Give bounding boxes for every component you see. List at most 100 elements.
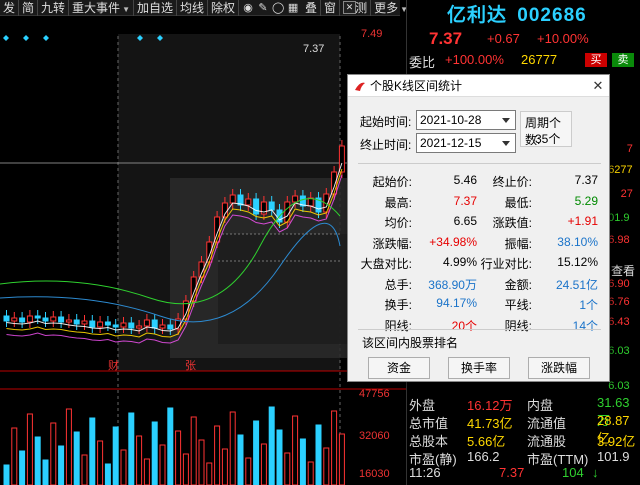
candle-body [26,315,33,323]
divider [358,163,601,164]
grid-icon[interactable]: ▦ [287,1,299,14]
close-icon[interactable]: ✕ [343,1,356,14]
candle-body [167,324,174,330]
stat-label: 换手: [384,298,412,312]
volume-bar [307,461,314,485]
volume-bar [338,433,345,485]
toolbar-item[interactable]: 九转 [38,0,70,16]
quote-label: 总股本 [409,434,449,449]
toolbar-item[interactable]: 均线 [177,0,209,16]
eye-icon[interactable]: ◉ [242,1,254,14]
dialog-button[interactable]: 涨跌幅 [528,357,590,379]
volume-bar [323,447,330,485]
volume-bar [253,420,260,485]
toolbar-item[interactable]: 简 [19,0,39,16]
stat-label: 涨跌幅: [372,236,412,251]
candle-body [128,322,135,329]
stock-title: 亿利达 002686 [447,0,587,27]
toolbar-item[interactable]: 重大事件 [69,0,134,16]
quote-row: 总市值 41.73亿 流通值 28.87亿 [407,413,640,446]
sell-button[interactable]: 卖 [612,53,634,67]
toolbar-item[interactable]: 窗 [321,0,341,16]
start-time-label: 起始时间: [360,115,412,129]
stat-value: +1.91 [567,214,598,228]
volume-bar [221,448,228,485]
candle-body [112,324,119,328]
candle-body [73,319,80,325]
toolbar-item[interactable]: 叠 [302,0,322,16]
tick-direction-icon: ↓ [592,465,599,480]
quote-label: 外盘 [409,398,436,413]
volume-bar [260,443,267,485]
tick-row: 11:26 7.37 104 ↓ [407,465,640,481]
volume-bar [136,435,143,485]
divider [358,329,601,330]
stat-label: 振幅: [504,236,532,251]
volume-bar [128,412,135,485]
stat-label: 大盘对比: [360,257,412,271]
kline-chart[interactable]: 7.49 7.37 财 张 47756 32060 16030 [0,16,420,485]
stat-label: 涨跌值: [492,216,532,230]
volume-bar [315,424,322,485]
volume-bar [112,426,119,485]
candle-body [120,322,127,328]
side-number: 6277 [608,164,633,176]
quote-label: 流通值 [527,416,567,431]
stat-label: 金额: [504,277,532,292]
candle-body [159,324,166,329]
stat-label: 平线: [504,298,532,312]
dialog-close-icon[interactable]: ✕ [590,78,606,94]
buy-button[interactable]: 买 [585,53,607,67]
stat-label: 起始价: [372,175,412,189]
volume-bar [97,440,104,485]
candle-body [97,321,104,328]
volume-bar [198,439,205,485]
candle-body [65,319,72,323]
candle-body [50,316,57,322]
circle-icon[interactable]: ◯ [272,1,284,14]
marker-cai: 财 [108,360,119,372]
stat-value: 4.99% [442,255,477,269]
end-time-select[interactable]: 2021-12-15 [416,133,516,153]
stat-label: 行业对比: [480,257,532,271]
side-number: 6.03 [608,380,630,392]
stock-name: 亿利达 [447,5,508,26]
toolbar-item[interactable]: 加自选 [134,0,177,16]
quote-row: 市盈(静) 166.2 市盈(TTM) 101.9 [407,449,640,467]
stat-value: 14个 [572,318,598,333]
candle-body [292,195,299,203]
volume-bar [206,462,213,485]
stat-value: 15.12% [557,255,598,269]
dialog-button[interactable]: 换手率 [448,357,510,379]
toolbar: 发简九转重大事件加自选均线除权◉✎◯▦叠窗预测更多 [0,0,413,16]
candle-body [268,201,275,211]
volume-bar [34,436,41,485]
period-count-box: 周期个数: 35个 [520,111,572,147]
volume-label-2: 32060 [359,430,390,442]
candle-body [58,316,65,323]
stat-label: 最低: [504,195,532,210]
candle-body [19,317,26,323]
candle-body [136,325,143,329]
quote-label: 流通股 [527,434,567,449]
view-link[interactable]: 查看 [611,262,635,279]
stat-label: 阳线: [384,318,412,333]
quote-value: 5.66亿 [467,434,506,449]
start-time-select[interactable]: 2021-10-28 [416,110,516,130]
stat-value: +34.98% [429,234,477,249]
side-number: 6.90 [608,278,630,290]
candle-body [151,319,158,329]
stat-label: 阴线: [504,318,532,333]
dialog-button[interactable]: 资金 [368,357,430,379]
volume-bar [143,458,150,485]
toolbar-item[interactable]: 除权 [208,0,240,16]
end-time-label: 终止时间: [360,138,412,152]
candle-body [245,198,252,206]
side-number: 6.98 [608,234,630,246]
candle-body [3,315,10,322]
candle-body [143,319,150,327]
side-number: 7 [626,143,633,155]
toolbar-item[interactable]: 发 [0,0,20,16]
draw-icon[interactable]: ✎ [257,1,269,14]
stock-change-pct: +10.00% [537,31,589,46]
